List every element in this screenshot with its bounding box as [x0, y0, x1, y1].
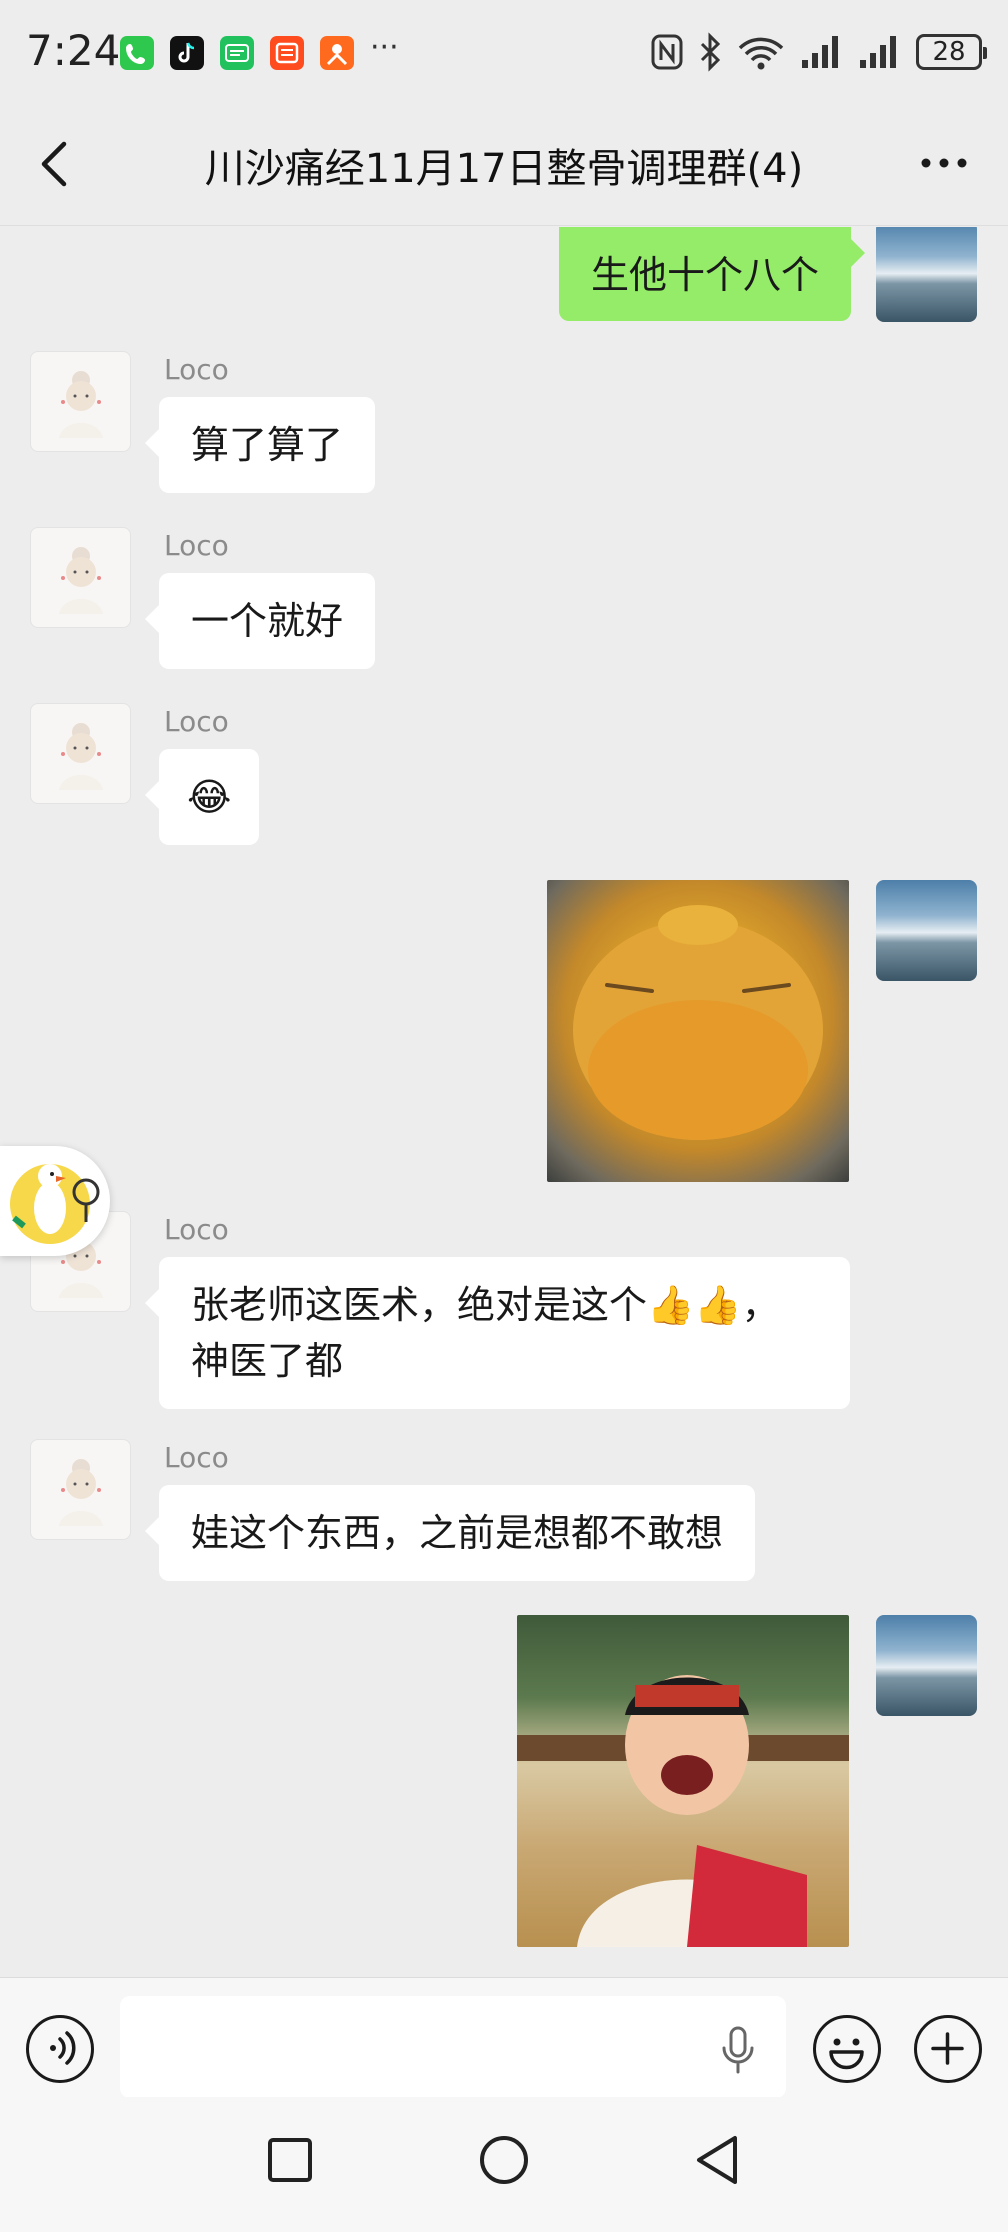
avatar-figure-icon — [59, 1459, 103, 1526]
tiktok-app-icon — [170, 36, 204, 70]
signal-icon-1 — [802, 36, 838, 68]
signal-icon-2 — [860, 36, 896, 68]
sender-name: Loco — [164, 705, 229, 738]
nfc-icon — [651, 34, 683, 70]
laughing-child-photo[interactable] — [517, 1615, 849, 1947]
voice-waves-icon — [50, 2031, 76, 2065]
loco-avatar[interactable] — [30, 1439, 131, 1540]
attach-plus-button[interactable] — [914, 2015, 982, 2083]
status-right: 28 — [650, 30, 987, 74]
message-text-line-2: 神医了都 — [191, 1339, 344, 1383]
yellow-creature-sticker[interactable] — [547, 880, 849, 1182]
message-list[interactable]: 生他十个八个 Loco 算了算了 Loco 一个就好 Loco 😂 Loco 张… — [0, 227, 1008, 1977]
message-text: 娃这个东西，之前是想都不敢想 — [191, 1511, 724, 1555]
self-avatar[interactable] — [876, 1615, 977, 1716]
sticker-face-icon — [573, 905, 823, 1140]
laughing-tears-emoji: 😂 — [187, 775, 232, 819]
more-dots-icon — [921, 158, 967, 168]
message-bubble-in[interactable]: 娃这个东西，之前是想都不敢想 — [144, 1485, 756, 1581]
back-button[interactable] — [26, 130, 86, 196]
plus-icon — [931, 2032, 964, 2065]
input-bar — [0, 1977, 1008, 2098]
child-figure-icon — [517, 1675, 849, 1947]
recent-apps-button[interactable] — [255, 2125, 325, 2195]
wifi-icon — [738, 37, 784, 70]
microphone-icon — [722, 2026, 754, 2074]
meituan-app-icon — [320, 36, 354, 70]
message-bubble-in[interactable]: 一个就好 — [144, 573, 376, 669]
floating-assistant-button[interactable] — [0, 1146, 110, 1256]
duck-magnifier-icon — [10, 1164, 100, 1244]
home-button[interactable] — [469, 2125, 539, 2195]
sender-name: Loco — [164, 353, 229, 386]
status-time: 7:24 — [26, 26, 121, 75]
more-options-button[interactable] — [906, 140, 982, 186]
self-avatar[interactable] — [876, 880, 977, 981]
avatar-figure-icon — [59, 547, 103, 614]
chat-header: 川沙痛经11月17日整骨调理群(4) — [0, 100, 1008, 226]
avatar-figure-icon — [59, 371, 103, 438]
battery-indicator: 28 — [916, 34, 987, 70]
sender-name: Loco — [164, 1213, 229, 1246]
iqiyi-app-icon — [220, 36, 254, 70]
smiley-icon — [829, 2038, 864, 2070]
message-bubble-in[interactable]: 算了算了 — [144, 397, 376, 493]
phone-app-icon — [120, 36, 154, 70]
message-text-line-1: 张老师这医术，绝对是这个👍👍， — [191, 1283, 780, 1327]
loco-avatar[interactable] — [30, 527, 131, 628]
emoji-button[interactable] — [813, 2015, 881, 2083]
bluetooth-icon — [700, 32, 721, 72]
sender-name: Loco — [164, 1441, 229, 1474]
message-bubble-in[interactable]: 张老师这医术，绝对是这个👍👍， 神医了都 — [145, 1257, 850, 1409]
self-avatar[interactable] — [876, 227, 977, 322]
taobao-app-icon — [270, 36, 304, 70]
message-input[interactable] — [120, 1996, 786, 2098]
circle-icon — [480, 2136, 528, 2184]
square-icon — [268, 2138, 312, 2182]
loco-avatar[interactable] — [30, 703, 131, 804]
avatar-figure-icon — [59, 723, 103, 790]
message-text: 一个就好 — [191, 599, 344, 643]
message-text: 生他十个八个 — [590, 253, 819, 297]
notification-overflow: ··· — [370, 30, 399, 65]
system-nav-bar — [0, 2097, 1008, 2232]
sender-name: Loco — [164, 529, 229, 562]
back-nav-button[interactable] — [683, 2125, 753, 2195]
triangle-back-icon — [697, 2136, 737, 2184]
chevron-left-icon — [41, 141, 67, 187]
message-bubble-out[interactable]: 生他十个八个 — [558, 227, 866, 321]
status-bar: 7:24 ··· 28 — [0, 0, 1008, 100]
microphone-button[interactable] — [718, 2024, 758, 2076]
loco-avatar[interactable] — [30, 351, 131, 452]
chat-title: 川沙痛经11月17日整骨调理群(4) — [204, 146, 804, 192]
voice-toggle-button[interactable] — [26, 2015, 94, 2083]
message-bubble-in[interactable]: 😂 — [144, 749, 260, 845]
message-text: 算了算了 — [191, 423, 344, 467]
